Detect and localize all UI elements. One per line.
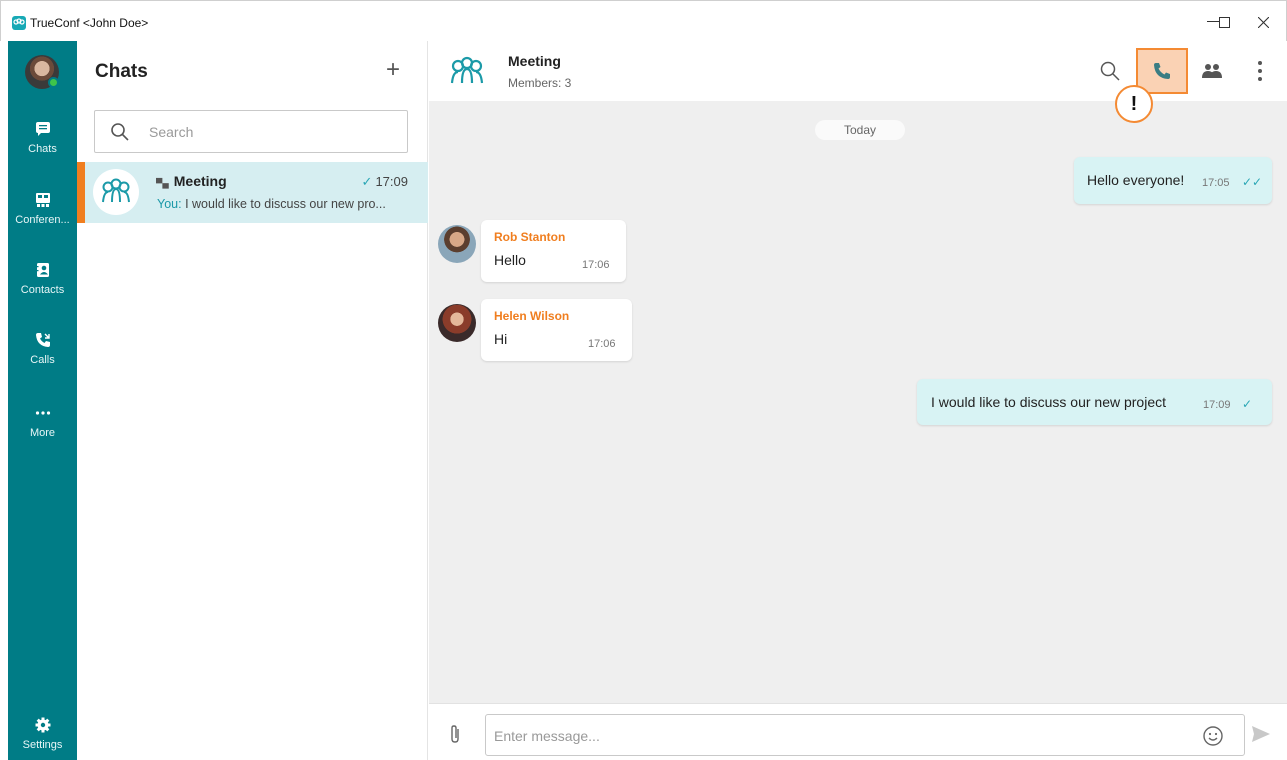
message-bubble-outgoing[interactable]: I would like to discuss our new project … xyxy=(917,379,1272,425)
search-input[interactable] xyxy=(149,122,389,142)
chat-preview: You: I would like to discuss our new pro… xyxy=(157,197,386,211)
members-count: Members: 3 xyxy=(508,76,572,90)
group-icon xyxy=(449,56,485,91)
message-sender: Helen Wilson xyxy=(494,309,570,323)
search-icon xyxy=(110,122,130,147)
message-text: Hello everyone! xyxy=(1087,172,1185,188)
conversation-view: Meeting Members: 3 ! Today Hello everyon… xyxy=(429,41,1287,760)
selected-chat-marker xyxy=(77,162,85,223)
rail-item-chats[interactable]: Chats xyxy=(8,121,77,187)
rail-item-settings[interactable]: Settings xyxy=(8,717,77,760)
avatar-rob-stanton[interactable] xyxy=(438,225,476,263)
rail-label: Contacts xyxy=(20,284,65,296)
rail-label: More xyxy=(29,427,56,439)
maximize-button[interactable] xyxy=(1212,10,1236,34)
rail-item-conferences[interactable]: Conferen... xyxy=(8,192,77,258)
contacts-icon xyxy=(35,262,51,278)
read-check-icon: ✓✓ xyxy=(1242,175,1263,189)
rail-label: Settings xyxy=(22,739,63,751)
message-bubble-incoming[interactable]: Helen Wilson Hi 17:06 xyxy=(481,299,632,361)
new-chat-button[interactable]: + xyxy=(386,58,400,82)
search-field[interactable] xyxy=(94,110,408,153)
emoji-icon[interactable] xyxy=(1202,725,1224,752)
message-time: 17:06 xyxy=(588,338,616,350)
more-options-button[interactable] xyxy=(1239,50,1281,92)
window-titlebar: TrueConf <John Doe> xyxy=(0,0,1287,41)
chat-list-item[interactable]: ▀▄ Meeting ✓ 17:09 You: I would like to di… xyxy=(77,162,428,223)
close-window-button[interactable] xyxy=(1251,10,1275,34)
trueconf-logo-icon xyxy=(12,16,26,30)
chat-icon xyxy=(35,121,51,137)
chat-list-title: Chats xyxy=(95,61,148,82)
participants-icon xyxy=(1202,64,1222,78)
gear-icon xyxy=(35,717,51,733)
window-title: TrueConf <John Doe> xyxy=(30,16,149,30)
chat-name: ▀▄ Meeting xyxy=(156,173,227,189)
message-time: 17:05 xyxy=(1202,177,1230,189)
message-time: 17:06 xyxy=(582,259,610,271)
calls-icon xyxy=(35,332,51,348)
online-status-indicator xyxy=(48,77,59,88)
rail-item-contacts[interactable]: Contacts xyxy=(8,262,77,328)
navigation-rail: Chats Conferen... Contacts Calls More Se… xyxy=(8,41,77,760)
message-text: I would like to discuss our new project xyxy=(931,394,1166,410)
group-chat-icon: ▀▄ xyxy=(156,178,169,188)
chat-list-panel: Chats + ▀▄Meeting ✓17:09 You: I would li… xyxy=(77,41,428,760)
message-composer xyxy=(429,703,1287,760)
participants-button[interactable] xyxy=(1191,50,1233,92)
search-icon xyxy=(1100,61,1120,81)
sent-check-icon: ✓ xyxy=(1242,397,1253,411)
more-icon xyxy=(35,405,51,421)
rail-label: Conferen... xyxy=(15,214,70,226)
conversation-title: Meeting xyxy=(508,53,561,69)
message-text: Hi xyxy=(494,331,508,347)
rail-item-more[interactable]: More xyxy=(8,405,77,471)
day-separator: Today xyxy=(815,120,905,140)
rail-item-calls[interactable]: Calls xyxy=(8,332,77,398)
conference-icon xyxy=(35,192,51,208)
phone-icon xyxy=(1154,63,1170,79)
avatar-helen-wilson[interactable] xyxy=(438,304,476,342)
paperclip-icon[interactable] xyxy=(449,724,461,749)
message-sender: Rob Stanton xyxy=(494,230,566,244)
vertical-dots-icon xyxy=(1258,61,1262,81)
search-messages-button[interactable] xyxy=(1089,50,1131,92)
rail-label: Calls xyxy=(30,354,55,366)
message-bubble-outgoing[interactable]: Hello everyone! 17:05 ✓✓ xyxy=(1074,157,1272,204)
rail-label: Chats xyxy=(28,143,57,155)
conversation-header: Meeting Members: 3 ! xyxy=(429,41,1287,123)
message-time: 17:09 xyxy=(1203,399,1231,411)
message-bubble-incoming[interactable]: Rob Stanton Hello 17:06 xyxy=(481,220,626,282)
message-input[interactable] xyxy=(494,726,1184,746)
sent-check-icon: ✓ xyxy=(361,174,373,189)
alert-marker: ! xyxy=(1115,85,1153,123)
message-field[interactable] xyxy=(485,714,1245,756)
message-text: Hello xyxy=(494,252,526,268)
chat-time: ✓ 17:09 xyxy=(361,174,408,189)
send-icon[interactable] xyxy=(1251,725,1271,748)
group-avatar-icon xyxy=(93,169,139,215)
